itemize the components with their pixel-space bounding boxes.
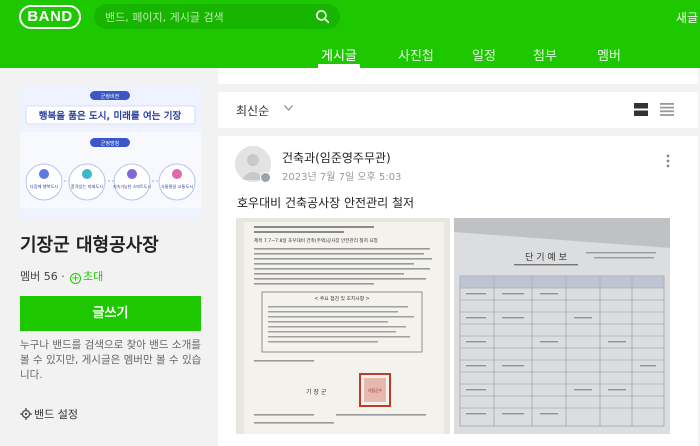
svg-text:다함께 행복도시: 다함께 행복도시	[30, 183, 58, 190]
chevron-down-icon[interactable]	[284, 105, 293, 111]
post-author[interactable]: 건축과(임준영주무관)	[282, 149, 391, 166]
tab-photos[interactable]: 사진첩	[398, 45, 434, 64]
write-post-button[interactable]: 글쓰기	[20, 296, 201, 331]
cover-circle-1: 다함께 행복도시	[25, 163, 63, 201]
member-count[interactable]: 멤버 56 ·	[20, 268, 65, 284]
cover-circle-4: 사통팔달 교통도시	[158, 163, 196, 201]
notice-box-title: < 주요 점검 및 조치사항 >	[314, 295, 369, 302]
post-photo-notice[interactable]: 제목 7.7~7.8일 호우대비 건축(주택)공사장 안전관리 철저 요청 < …	[236, 218, 450, 434]
tab-posts[interactable]: 게시글	[321, 45, 357, 64]
tab-members[interactable]: 멤버	[597, 45, 621, 64]
plus-circle-icon: +	[70, 273, 81, 284]
search-input[interactable]: 밴드, 페이지, 게시글 검색	[94, 4, 340, 29]
sidebar: 군정비전 행복을 품은 도시, 미래를 여는 기장 군정방침 다함께 행복도시 …	[0, 68, 216, 446]
forecast-document-image: 단 기 예 보	[454, 218, 670, 434]
cover-artwork: 군정비전 행복을 품은 도시, 미래를 여는 기장 군정방침 다함께 행복도시 …	[20, 86, 201, 220]
svg-text:품격있는 미래도시: 품격있는 미래도시	[71, 183, 103, 190]
notice-document-image: 제목 7.7~7.8일 호우대비 건축(주택)공사장 안전관리 철저 요청 < …	[236, 218, 450, 434]
band-logo[interactable]: BAND	[19, 5, 81, 29]
more-options-icon[interactable]	[666, 154, 670, 168]
official-seal: 기장군수	[368, 387, 383, 393]
list-view-icon[interactable]	[634, 103, 648, 116]
forecast-heading: 단 기 예 보	[525, 252, 567, 263]
previous-card-bottom	[218, 68, 698, 84]
search-placeholder: 밴드, 페이지, 게시글 검색	[105, 11, 224, 24]
new-post-button[interactable]: 새글	[676, 9, 700, 26]
tab-attachments[interactable]: 첨부	[533, 45, 557, 64]
cover-badge-top: 군정비전	[101, 93, 120, 100]
cover-slogan: 행복을 품은 도시, 미래를 여는 기장	[39, 110, 182, 122]
grid-view-icon[interactable]	[660, 103, 674, 116]
band-settings-link[interactable]: 밴드 설정	[20, 406, 78, 422]
tab-schedule[interactable]: 일정	[472, 45, 496, 64]
notice-heading: 제목 7.7~7.8일 호우대비 건축(주택)공사장 안전관리 철저 요청	[254, 237, 378, 244]
invite-link[interactable]: + 초대	[70, 268, 103, 284]
cover-circle-2: 품격있는 미래도시	[68, 163, 106, 201]
post-card: 건축과(임준영주무관) 2023년 7월 7일 오후 5:03 호우대비 건축공…	[218, 136, 698, 446]
post-photo-forecast[interactable]: 단 기 예 보	[454, 218, 670, 434]
leader-badge-icon	[260, 172, 271, 183]
sort-dropdown[interactable]: 최신순	[236, 102, 269, 119]
gear-icon	[20, 408, 32, 420]
search-icon[interactable]	[315, 9, 330, 24]
band-description: 누구나 밴드를 검색으로 찾아 밴드 소개를 볼 수 있지만, 게시글은 멤버만…	[20, 339, 202, 381]
cover-badge-mid: 군정방침	[101, 140, 119, 147]
post-date: 2023년 7월 7일 오후 5:03	[282, 172, 402, 183]
svg-text:지속가능한 스마트도시: 지속가능한 스마트도시	[113, 183, 151, 189]
svg-text:사통팔달 교통도시: 사통팔달 교통도시	[161, 183, 193, 190]
invite-label: 초대	[83, 270, 104, 283]
band-name: 기장군 대형공사장	[20, 235, 159, 256]
notice-footer: 기 장 군	[306, 388, 327, 396]
feed-sort-bar: 최신순	[218, 92, 698, 128]
band-cover-image[interactable]: 군정비전 행복을 품은 도시, 미래를 여는 기장 군정방침 다함께 행복도시 …	[20, 86, 201, 220]
post-body-text: 호우대비 건축공사장 안전관리 철저	[237, 196, 415, 210]
top-bar: BAND 밴드, 페이지, 게시글 검색 새글	[0, 0, 700, 36]
settings-label: 밴드 설정	[34, 408, 78, 421]
